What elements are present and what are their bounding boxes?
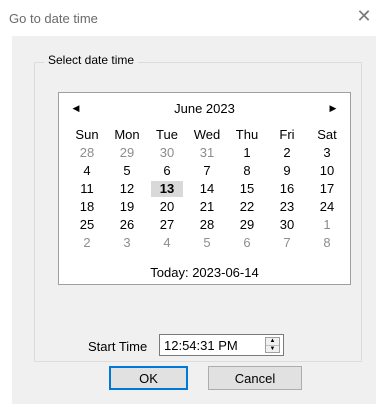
calendar-day[interactable]: 29 [227, 217, 267, 233]
start-time-label: Start Time [88, 339, 148, 354]
calendar-day[interactable]: 28 [187, 217, 227, 233]
calendar-day[interactable]: 28 [67, 145, 107, 161]
month-calendar[interactable]: ◀ June 2023 ▶ Sun Mon Tue Wed Thu Fri Sa… [58, 92, 351, 285]
calendar-day[interactable]: 16 [267, 181, 307, 197]
calendar-day[interactable]: 7 [187, 163, 227, 179]
calendar-day[interactable]: 26 [107, 217, 147, 233]
calendar-day[interactable]: 1 [307, 217, 347, 233]
calendar-day[interactable]: 3 [307, 145, 347, 161]
weekday-header: Sun Mon Tue Wed Thu Fri Sat [67, 127, 347, 142]
calendar-day[interactable]: 19 [107, 199, 147, 215]
title-bar: Go to date time ✕ [0, 0, 387, 36]
calendar-day[interactable]: 21 [187, 199, 227, 215]
calendar-day[interactable]: 17 [307, 181, 347, 197]
calendar-day[interactable]: 5 [107, 163, 147, 179]
time-spinner[interactable]: ▲ ▼ [265, 337, 280, 353]
calendar-week: 4 5 6 7 8 9 10 [67, 163, 347, 179]
calendar-day-selected[interactable]: 13 [151, 181, 183, 197]
calendar-day[interactable]: 2 [267, 145, 307, 161]
calendar-week: 18 19 20 21 22 23 24 [67, 199, 347, 215]
calendar-day[interactable]: 1 [227, 145, 267, 161]
calendar-day[interactable]: 3 [107, 235, 147, 251]
calendar-day[interactable]: 22 [227, 199, 267, 215]
calendar-day[interactable]: 11 [67, 181, 107, 197]
calendar-day[interactable]: 9 [267, 163, 307, 179]
calendar-day[interactable]: 25 [67, 217, 107, 233]
calendar-day[interactable]: 20 [147, 199, 187, 215]
calendar-day[interactable]: 5 [187, 235, 227, 251]
calendar-day[interactable]: 2 [67, 235, 107, 251]
calendar-day[interactable]: 30 [267, 217, 307, 233]
spin-up-icon[interactable]: ▲ [266, 338, 279, 346]
start-time-picker[interactable]: 12:54:31 PM ▲ ▼ [159, 334, 284, 356]
calendar-day[interactable]: 4 [147, 235, 187, 251]
ok-button[interactable]: OK [109, 366, 188, 390]
weekday-fri: Fri [279, 127, 295, 142]
calendar-day[interactable]: 10 [307, 163, 347, 179]
calendar-day[interactable]: 7 [267, 235, 307, 251]
group-legend: Select date time [44, 53, 139, 67]
weekday-sat: Sat [317, 127, 337, 142]
calendar-day[interactable]: 24 [307, 199, 347, 215]
calendar-day[interactable]: 18 [67, 199, 107, 215]
calendar-day[interactable]: 31 [187, 145, 227, 161]
spin-down-icon[interactable]: ▼ [266, 346, 279, 353]
window-title: Go to date time [9, 11, 98, 26]
dialog-client-area: Select date time ◀ June 2023 ▶ Sun Mon T… [12, 36, 376, 404]
go-to-date-time-dialog: Go to date time ✕ Select date time ◀ Jun… [0, 0, 387, 409]
calendar-day[interactable]: 8 [307, 235, 347, 251]
calendar-day[interactable]: 6 [227, 235, 267, 251]
month-title[interactable]: June 2023 [59, 101, 350, 116]
cancel-button[interactable]: Cancel [208, 366, 302, 390]
calendar-day[interactable]: 8 [227, 163, 267, 179]
weekday-wed: Wed [193, 127, 221, 142]
calendar-day[interactable]: 12 [107, 181, 147, 197]
close-icon[interactable]: ✕ [353, 5, 375, 27]
weekday-mon: Mon [114, 127, 140, 142]
calendar-day[interactable]: 14 [187, 181, 227, 197]
calendar-day[interactable]: 29 [107, 145, 147, 161]
weekday-tue: Tue [156, 127, 178, 142]
calendar-day[interactable]: 27 [147, 217, 187, 233]
start-time-value[interactable]: 12:54:31 PM [164, 338, 238, 353]
calendar-day[interactable]: 23 [267, 199, 307, 215]
today-link[interactable]: Today: 2023-06-14 [59, 265, 350, 280]
calendar-day[interactable]: 6 [147, 163, 187, 179]
calendar-day[interactable]: 4 [67, 163, 107, 179]
calendar-week: 2 3 4 5 6 7 8 [67, 235, 347, 251]
calendar-week: 28 29 30 31 1 2 3 [67, 145, 347, 161]
calendar-week: 25 26 27 28 29 30 1 [67, 217, 347, 233]
calendar-week: 11 12 13 14 15 16 17 [67, 181, 347, 197]
calendar-day[interactable]: 30 [147, 145, 187, 161]
weekday-sun: Sun [75, 127, 99, 142]
chevron-right-icon[interactable]: ▶ [326, 101, 340, 115]
weekday-thu: Thu [235, 127, 259, 142]
calendar-day[interactable]: 15 [227, 181, 267, 197]
